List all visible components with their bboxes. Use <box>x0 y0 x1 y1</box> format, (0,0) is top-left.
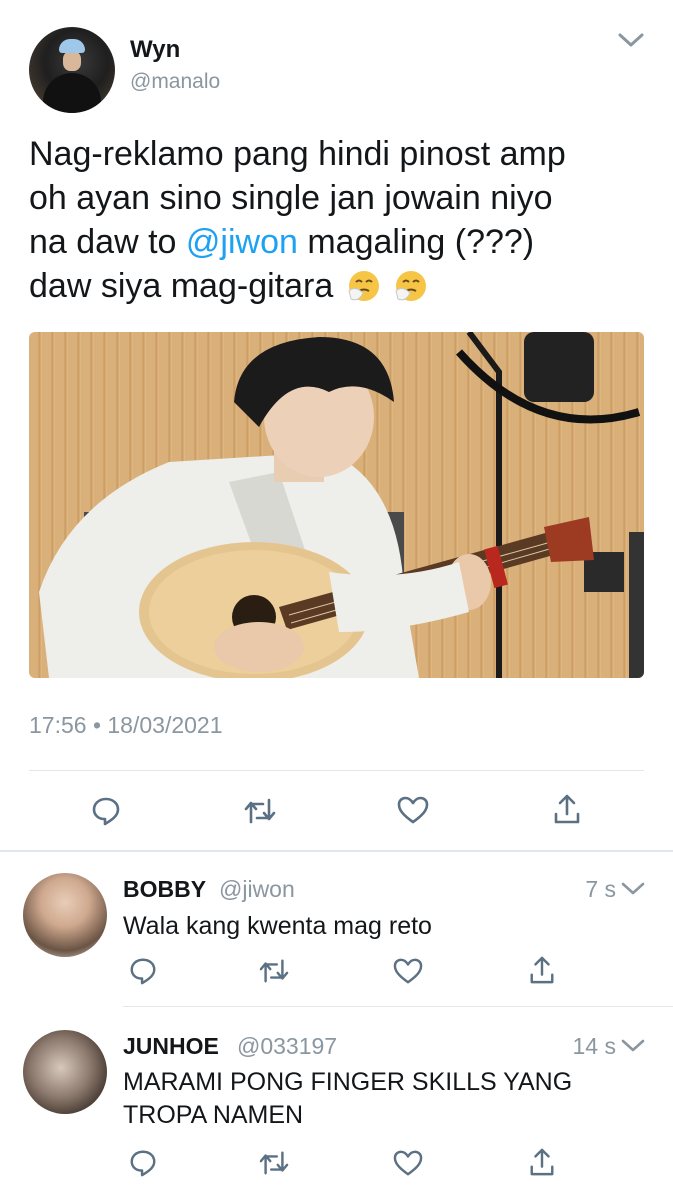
avatar[interactable] <box>29 27 115 113</box>
avatar[interactable] <box>23 873 107 957</box>
reply-author-handle[interactable]: @033197 <box>237 1033 337 1060</box>
reply-icon[interactable] <box>128 956 158 991</box>
like-icon[interactable] <box>393 957 423 990</box>
mention-link[interactable]: @jiwon <box>186 223 298 261</box>
like-icon[interactable] <box>397 795 429 830</box>
divider <box>123 1006 673 1007</box>
reply-author-name[interactable]: BOBBY <box>123 876 206 903</box>
reply-author-handle[interactable]: @jiwon <box>219 876 295 903</box>
main-tweet: Wyn @manalo Nag-reklamo pang hindi pinos… <box>0 0 673 852</box>
timestamp[interactable]: 17:56 • 18/03/2021 <box>29 712 223 739</box>
author-handle[interactable]: @manalo <box>130 70 220 94</box>
reply-author-name[interactable]: JUNHOE <box>123 1033 219 1060</box>
retweet-icon[interactable] <box>258 1149 290 1182</box>
like-icon[interactable] <box>393 1149 423 1182</box>
divider <box>29 770 644 771</box>
reply-icon[interactable] <box>128 1148 158 1183</box>
share-icon[interactable] <box>528 954 556 991</box>
tweet-photo[interactable] <box>29 332 644 678</box>
retweet-icon[interactable] <box>243 796 277 831</box>
author-name[interactable]: Wyn <box>130 36 180 64</box>
retweet-icon[interactable] <box>258 957 290 990</box>
reply-text: Wala kang kwenta mag reto <box>123 912 432 940</box>
tweet-text: Nag-reklamo pang hindi pinost amp oh aya… <box>29 135 566 305</box>
chevron-down-icon[interactable] <box>616 30 646 50</box>
avatar[interactable] <box>23 1030 107 1114</box>
sneezing-face-emoji-icon <box>347 269 381 303</box>
chevron-down-icon[interactable] <box>620 1037 646 1060</box>
reply-icon[interactable] <box>90 795 122 832</box>
chevron-down-icon[interactable] <box>620 880 646 903</box>
section-divider <box>0 850 673 852</box>
reply-text: MARAMI PONG FINGER SKILLS YANG TROPA NAM… <box>123 1068 573 1129</box>
share-icon[interactable] <box>528 1146 556 1183</box>
sneezing-face-emoji-icon <box>394 269 428 303</box>
share-icon[interactable] <box>552 792 582 831</box>
reply-time: 7 s <box>585 876 616 902</box>
reply-time: 14 s <box>572 1033 616 1059</box>
